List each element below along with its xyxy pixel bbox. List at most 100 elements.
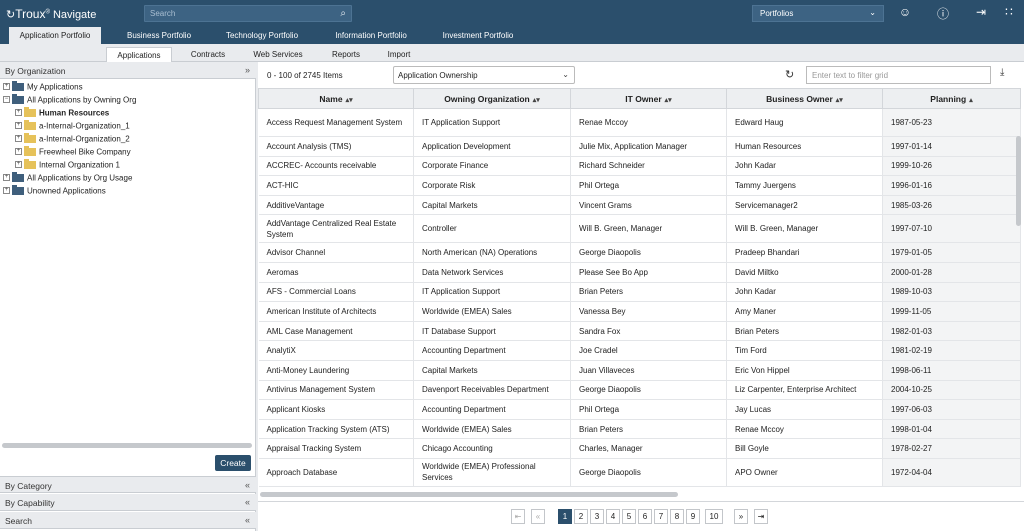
column-header-owning-org[interactable]: Owning Organization ▴▾ xyxy=(413,88,571,109)
table-row[interactable]: Appraisal Tracking System Chicago Account… xyxy=(258,438,1021,459)
expand-icon[interactable]: + xyxy=(3,187,10,195)
table-row[interactable]: ACCREC- Accounts receivable Corporate Fin… xyxy=(258,156,1021,177)
tab-business-portfolio[interactable]: Business Portfolio xyxy=(118,27,200,44)
table-row[interactable]: AdditiveVantage Capital Markets Vincent Gr… xyxy=(258,195,1021,216)
page-button-7[interactable]: 7 xyxy=(654,509,668,524)
user-icon[interactable]: ☺ xyxy=(897,5,913,19)
page-button-8[interactable]: 8 xyxy=(670,509,684,524)
help-icon[interactable]: ⓘ xyxy=(935,5,951,22)
expand-icon[interactable]: + xyxy=(15,161,22,169)
by-category-header[interactable]: By Category « xyxy=(0,476,256,493)
apps-grid-icon[interactable]: ∷ xyxy=(1001,5,1017,19)
tree-horizontal-scrollbar[interactable] xyxy=(2,443,252,448)
cell-name: Antivirus Management System xyxy=(258,380,414,401)
create-button[interactable]: Create xyxy=(215,455,251,471)
tab-investment-portfolio[interactable]: Investment Portfolio xyxy=(433,27,523,44)
expand-icon[interactable]: + xyxy=(15,148,22,156)
search-icon[interactable]: ⌕ xyxy=(340,8,346,19)
tree-item-internal-org-2[interactable]: + a-Internal-Organization_2 xyxy=(15,132,130,146)
app-logo[interactable]: ↻Troux® Navigate xyxy=(6,7,96,21)
column-header-name[interactable]: Name ▴▾ xyxy=(258,88,414,109)
by-capability-header[interactable]: By Capability « xyxy=(0,494,256,511)
sort-icon[interactable]: ▴▾ xyxy=(665,97,672,104)
tree-item-by-owning-org[interactable]: − All Applications by Owning Org xyxy=(3,93,136,107)
collapse-icon[interactable]: − xyxy=(3,96,10,104)
page-button-2[interactable]: 2 xyxy=(574,509,588,524)
logout-icon[interactable]: ⇥ xyxy=(973,5,989,19)
table-row[interactable]: Application Tracking System (ATS) Worldwi… xyxy=(258,419,1021,440)
expand-icon[interactable]: + xyxy=(15,109,22,117)
page-button-5[interactable]: 5 xyxy=(622,509,636,524)
search-header[interactable]: Search « xyxy=(0,512,256,529)
expand-icon[interactable]: « xyxy=(245,480,250,490)
sort-icon[interactable]: ▴▾ xyxy=(836,97,843,104)
grid-horizontal-scrollbar[interactable] xyxy=(260,492,678,497)
table-row[interactable]: Antivirus Management System Davenport Rec… xyxy=(258,380,1021,401)
table-row[interactable]: AddVantage Centralized Real Estate Syste… xyxy=(258,214,1021,244)
sort-icon[interactable]: ▴▾ xyxy=(346,97,353,104)
cell-business-owner: Bill Goyle xyxy=(726,438,883,459)
table-row[interactable]: AFS - Commercial Loans IT Application Sup… xyxy=(258,282,1021,303)
collapse-icon[interactable]: » xyxy=(245,65,250,75)
tab-web-services[interactable]: Web Services xyxy=(246,47,310,62)
section-title: By Capability xyxy=(5,498,55,508)
page-button-4[interactable]: 4 xyxy=(606,509,620,524)
page-button-3[interactable]: 3 xyxy=(590,509,604,524)
expand-icon[interactable]: « xyxy=(245,515,250,525)
sort-icon[interactable]: ▴▾ xyxy=(533,97,540,104)
tab-reports[interactable]: Reports xyxy=(322,47,370,62)
column-header-business-owner[interactable]: Business Owner ▴▾ xyxy=(726,88,883,109)
view-select[interactable]: Application Ownership ⌄ xyxy=(393,66,575,84)
tree-item-internal-org-1[interactable]: + a-Internal-Organization_1 xyxy=(15,119,130,133)
page-button-9[interactable]: 9 xyxy=(686,509,700,524)
table-row[interactable]: AnalytiX Accounting Department Joe Cradel T… xyxy=(258,340,1021,361)
table-row[interactable]: Anti-Money Laundering Capital Markets Juan… xyxy=(258,360,1021,381)
tab-contracts[interactable]: Contracts xyxy=(180,47,236,62)
previous-page-button[interactable]: « xyxy=(531,509,545,524)
column-header-it-owner[interactable]: IT Owner ▴▾ xyxy=(570,88,727,109)
download-icon[interactable]: ⤓ xyxy=(1000,67,1004,78)
filter-input[interactable]: Enter text to filter grid xyxy=(806,66,991,84)
cell-name: AdditiveVantage xyxy=(258,195,414,216)
column-header-planning[interactable]: Planning ▴ xyxy=(882,88,1021,109)
tab-applications[interactable]: Applications xyxy=(106,47,172,62)
tab-import[interactable]: Import xyxy=(377,47,421,62)
table-row[interactable]: Applicant Kiosks Accounting Department Phi… xyxy=(258,399,1021,420)
table-row[interactable]: ACT-HIC Corporate Risk Phil Ortega Tammy Ju… xyxy=(258,175,1021,196)
table-row[interactable]: Access Request Management System IT Appli… xyxy=(258,108,1021,137)
by-organization-header[interactable]: By Organization » xyxy=(0,62,256,79)
first-page-button[interactable]: ⇤ xyxy=(511,509,525,524)
expand-icon[interactable]: « xyxy=(245,497,250,507)
tree-item-my-applications[interactable]: + My Applications xyxy=(3,80,83,94)
refresh-icon[interactable]: ↻ xyxy=(785,68,794,81)
tree-item-internal-organization-1[interactable]: + Internal Organization 1 xyxy=(15,158,120,172)
page-button-10[interactable]: 10 xyxy=(705,509,723,524)
expand-icon[interactable]: + xyxy=(15,135,22,143)
portfolios-select[interactable]: Portfolios ⌄ xyxy=(752,5,884,22)
table-row[interactable]: Account Analysis (TMS) Application Develo… xyxy=(258,136,1021,157)
expand-icon[interactable]: + xyxy=(15,122,22,130)
table-row[interactable]: Approach Database Worldwide (EMEA) Profes… xyxy=(258,458,1021,487)
table-row[interactable]: American Institute of Architects Worldwid… xyxy=(258,301,1021,322)
tree-item-human-resources[interactable]: + Human Resources xyxy=(15,106,109,120)
table-row[interactable]: Advisor Channel North American (NA) Opera… xyxy=(258,242,1021,263)
grid-vertical-scrollbar[interactable] xyxy=(1016,136,1021,226)
table-row[interactable]: AML Case Management IT Database Support Sa… xyxy=(258,321,1021,342)
tree-item-by-org-usage[interactable]: + All Applications by Org Usage xyxy=(3,171,132,185)
page-button-1[interactable]: 1 xyxy=(558,509,572,524)
cell-business-owner: Tim Ford xyxy=(726,340,883,361)
expand-icon[interactable]: + xyxy=(3,83,10,91)
global-search-input[interactable]: Search ⌕ xyxy=(144,5,352,22)
tree-item-unowned[interactable]: + Unowned Applications xyxy=(3,184,106,198)
page-button-6[interactable]: 6 xyxy=(638,509,652,524)
tree-item-freewheel-bike[interactable]: + Freewheel Bike Company xyxy=(15,145,131,159)
tab-technology-portfolio[interactable]: Technology Portfolio xyxy=(216,27,308,44)
last-page-button[interactable]: ⇥ xyxy=(754,509,768,524)
next-page-button[interactable]: » xyxy=(734,509,748,524)
expand-icon[interactable]: + xyxy=(3,174,10,182)
tab-information-portfolio[interactable]: Information Portfolio xyxy=(325,27,417,44)
tab-application-portfolio[interactable]: Application Portfolio xyxy=(9,27,101,44)
sort-ascending-icon[interactable]: ▴ xyxy=(969,97,973,104)
cell-owning-org: Controller xyxy=(413,214,571,244)
table-row[interactable]: Aeromas Data Network Services Please See B… xyxy=(258,262,1021,283)
